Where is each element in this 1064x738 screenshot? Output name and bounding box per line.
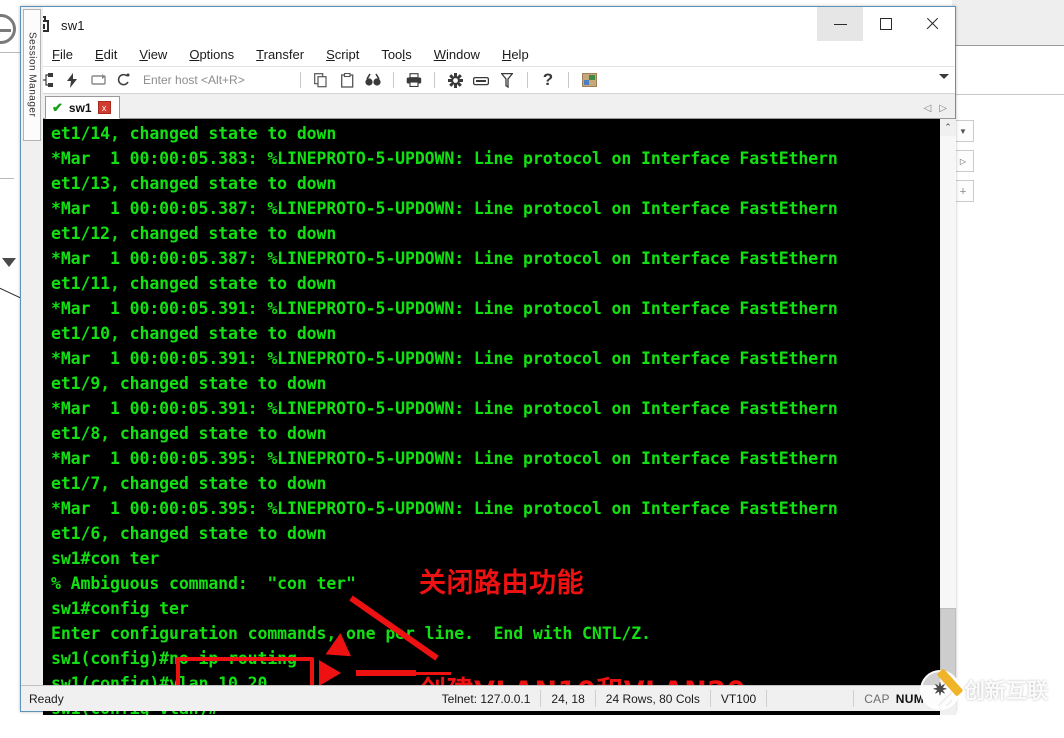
session-manager-strip: Session Manager xyxy=(21,7,43,604)
scrollbar-track[interactable] xyxy=(940,136,956,698)
tab-close-icon[interactable]: x xyxy=(97,101,111,114)
status-blank xyxy=(767,686,853,711)
toolbar-separator-2 xyxy=(393,72,394,88)
terminal-line: *Mar 1 00:00:05.391: %LINEPROTO-5-UPDOWN… xyxy=(51,399,838,418)
menu-transfer[interactable]: Transfer xyxy=(245,47,315,62)
background-window-body xyxy=(952,46,1064,710)
terminal-line: et1/7, changed state to down xyxy=(51,474,327,493)
annotation-note-routing: 关闭路由功能 xyxy=(419,568,584,599)
menu-help[interactable]: Help xyxy=(491,47,540,62)
scroll-up-icon[interactable]: ⌃ xyxy=(940,119,956,136)
close-icon xyxy=(925,17,939,31)
menu-tools[interactable]: Tools xyxy=(370,47,422,62)
annotation-arrow-vlan-line xyxy=(356,670,416,676)
background-window-titlebar xyxy=(952,0,1064,46)
filter-icon[interactable] xyxy=(494,69,520,91)
minimize-icon xyxy=(833,23,847,25)
quick-connect-icon[interactable] xyxy=(59,69,85,91)
tab-sw1[interactable]: ✔ sw1 x xyxy=(45,96,120,119)
terminal-line: *Mar 1 00:00:05.395: %LINEPROTO-5-UPDOWN… xyxy=(51,499,838,518)
print-icon[interactable] xyxy=(401,69,427,91)
screen-root: ▼ ▷ ＋ sw1 File Edit View Options Transfe… xyxy=(0,0,1064,738)
background-wedge-icon xyxy=(2,258,16,267)
terminal-line: et1/10, changed state to down xyxy=(51,324,337,343)
reconnect-icon[interactable] xyxy=(85,69,111,91)
toolbar-overflow-chevron-down-icon[interactable] xyxy=(939,74,949,79)
terminal-line: et1/9, changed state to down xyxy=(51,374,327,393)
tab-next-icon[interactable]: ▷ xyxy=(939,103,947,114)
host-input[interactable]: Enter host <Alt+R> xyxy=(143,70,293,90)
session-options-icon[interactable] xyxy=(576,69,602,91)
maximize-button[interactable] xyxy=(863,7,909,41)
keymap-icon[interactable] xyxy=(468,69,494,91)
terminal-line: Enter configuration commands, one per li… xyxy=(51,624,651,643)
terminal-line: et1/8, changed state to down xyxy=(51,424,327,443)
tab-prev-icon[interactable]: ◁ xyxy=(924,103,932,114)
status-cap: CAP xyxy=(864,691,890,706)
menu-script[interactable]: Script xyxy=(315,47,370,62)
window-title: sw1 xyxy=(61,17,85,33)
close-button[interactable] xyxy=(909,7,955,41)
tab-label: sw1 xyxy=(68,100,92,115)
menu-window[interactable]: Window xyxy=(423,47,491,62)
terminal-line: et1/11, changed state to down xyxy=(51,274,337,293)
status-connection: Telnet: 127.0.0.1 xyxy=(441,691,531,706)
terminal-line: et1/14, changed state to down xyxy=(51,124,337,143)
terminal-area: et1/14, changed state to down *Mar 1 00:0… xyxy=(43,119,956,715)
terminal-line: et1/13, changed state to down xyxy=(51,174,337,193)
statusbar: Ready Telnet: 127.0.0.1 24, 18 24 Rows, … xyxy=(21,685,955,711)
scrollbar-thumb[interactable] xyxy=(940,608,956,694)
tabbar: ✔ sw1 x ◁ ▷ xyxy=(21,94,955,119)
window-controls xyxy=(817,7,955,41)
terminal-output[interactable]: et1/14, changed state to down *Mar 1 00:0… xyxy=(43,119,939,715)
status-emulation: VT100 xyxy=(720,691,757,706)
session-manager-label: Session Manager xyxy=(26,32,38,118)
toolbar-separator-1 xyxy=(300,72,301,88)
terminal-line: *Mar 1 00:00:05.395: %LINEPROTO-5-UPDOWN… xyxy=(51,449,838,468)
resize-grip-icon[interactable] xyxy=(938,691,952,706)
copy-icon[interactable] xyxy=(308,69,334,91)
paste-icon[interactable] xyxy=(334,69,360,91)
toolbar-separator-3 xyxy=(434,72,435,88)
disconnect-icon[interactable] xyxy=(111,69,137,91)
terminal-line: *Mar 1 00:00:05.391: %LINEPROTO-5-UPDOWN… xyxy=(51,349,838,368)
terminal-line: *Mar 1 00:00:05.387: %LINEPROTO-5-UPDOWN… xyxy=(51,249,838,268)
annotation-arrow-vlan-head xyxy=(319,660,341,686)
terminal-line: et1/6, changed state to down xyxy=(51,524,327,543)
menu-file[interactable]: File xyxy=(41,47,84,62)
status-cursor-position: 24, 18 xyxy=(551,691,585,706)
menubar: File Edit View Options Transfer Script T… xyxy=(21,43,955,67)
toolbar-separator-4 xyxy=(527,72,528,88)
minimize-button[interactable] xyxy=(817,7,863,41)
help-icon[interactable]: ? xyxy=(535,69,561,91)
find-icon[interactable] xyxy=(360,69,386,91)
background-rule-2 xyxy=(0,178,14,179)
background-window-divider xyxy=(952,94,1064,95)
terminal-line: *Mar 1 00:00:05.383: %LINEPROTO-5-UPDOWN… xyxy=(51,149,838,168)
terminal-line: et1/12, changed state to down xyxy=(51,224,337,243)
securecrt-window: sw1 File Edit View Options Transfer Scri… xyxy=(20,6,956,715)
titlebar: sw1 xyxy=(21,7,955,43)
toolbar: Enter host <Alt+R> ? xyxy=(21,67,955,94)
background-rule-1 xyxy=(0,52,20,53)
tab-nav: ◁ ▷ xyxy=(924,103,947,114)
status-dimensions: 24 Rows, 80 Cols xyxy=(605,691,700,706)
background-minus-circle-icon xyxy=(0,14,16,44)
checkmark-icon: ✔ xyxy=(52,100,63,115)
terminal-line: *Mar 1 00:00:05.387: %LINEPROTO-5-UPDOWN… xyxy=(51,199,838,218)
maximize-icon xyxy=(880,18,892,30)
status-ready: Ready xyxy=(29,691,64,706)
status-num: NUM xyxy=(895,691,924,706)
menu-edit[interactable]: Edit xyxy=(84,47,128,62)
terminal-line: *Mar 1 00:00:05.391: %LINEPROTO-5-UPDOWN… xyxy=(51,299,838,318)
sidebar-item-session-manager[interactable]: Session Manager xyxy=(23,9,41,141)
settings-icon[interactable] xyxy=(442,69,468,91)
terminal-scrollbar[interactable]: ⌃ ⌄ xyxy=(939,119,956,715)
menu-view[interactable]: View xyxy=(128,47,178,62)
annotation-arrow-vlan-tail xyxy=(416,672,451,675)
menu-options[interactable]: Options xyxy=(178,47,245,62)
toolbar-separator-5 xyxy=(568,72,569,88)
